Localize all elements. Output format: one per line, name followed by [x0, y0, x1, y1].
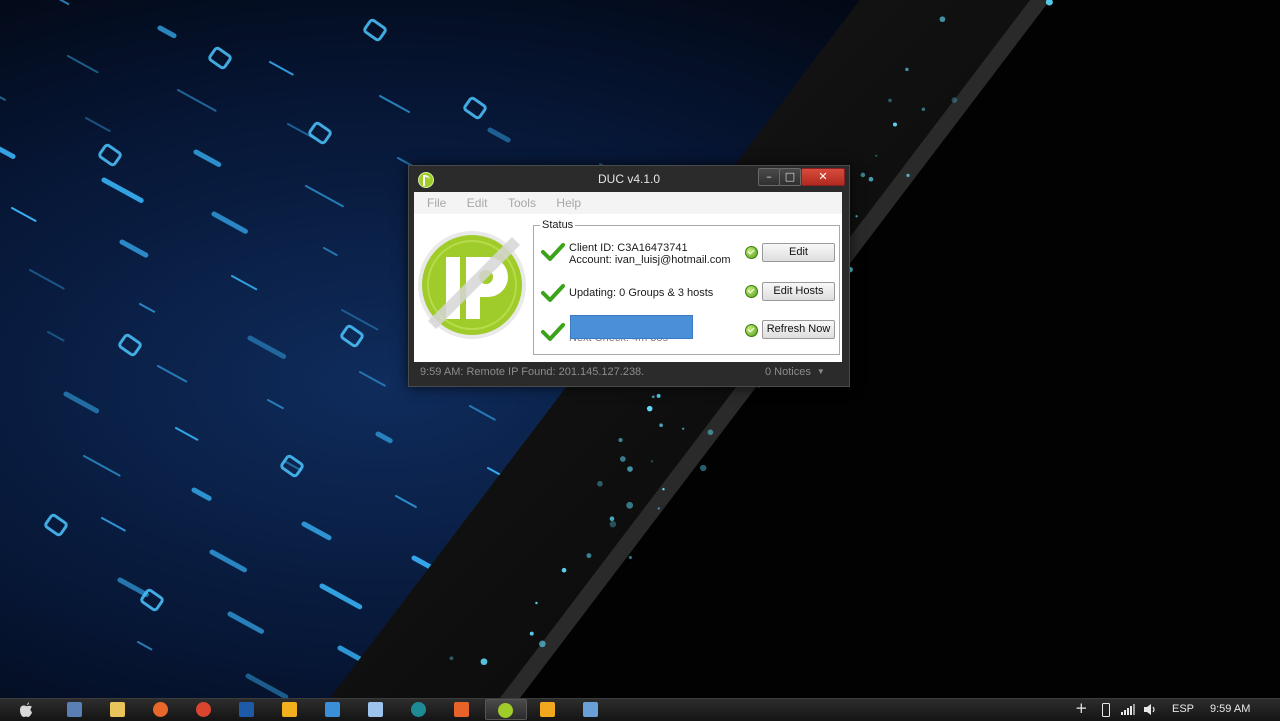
show-hidden-icons-button[interactable]: + — [1075, 699, 1088, 717]
refresh-now-button[interactable]: Refresh Now — [762, 320, 835, 339]
virtualbox-icon — [368, 702, 383, 717]
chevron-down-icon: ▼ — [816, 367, 825, 376]
taskbar-app-button[interactable] — [485, 699, 527, 720]
taskbar-app-button[interactable] — [442, 699, 482, 720]
taskbar-app-button[interactable] — [399, 699, 439, 720]
check-icon — [541, 323, 565, 341]
signal-icon[interactable] — [1121, 704, 1135, 715]
taskbar-app-button[interactable] — [98, 699, 138, 720]
title-bar[interactable]: DUC v4.1.0 – □ ✕ — [409, 166, 849, 192]
menu-file[interactable]: File — [427, 192, 446, 214]
duc-window[interactable]: DUC v4.1.0 – □ ✕ File Edit Tools Help St… — [408, 165, 850, 387]
status-message: 9:59 AM: Remote IP Found: 201.145.127.23… — [420, 366, 645, 378]
ok-status-icon — [745, 246, 758, 259]
no-ip-logo — [418, 231, 526, 339]
minimize-button[interactable]: – — [758, 168, 780, 186]
fl-studio-icon — [282, 702, 297, 717]
taskbar-app-button[interactable] — [270, 699, 310, 720]
firefox-icon — [153, 702, 168, 717]
notices-label: 0 Notices — [765, 366, 811, 378]
close-button[interactable]: ✕ — [801, 168, 845, 186]
clock[interactable]: 9:59 AM — [1210, 703, 1250, 715]
media-player-icon — [540, 702, 555, 717]
ok-status-icon — [745, 285, 758, 298]
check-icon — [541, 243, 565, 261]
edit-hosts-button[interactable]: Edit Hosts — [762, 282, 835, 301]
window-manager-icon — [67, 702, 82, 717]
menu-help[interactable]: Help — [556, 192, 581, 214]
client-area: Status Client ID: C3A16473741 Account: i… — [414, 214, 842, 362]
device-icon[interactable] — [1102, 703, 1110, 717]
chrome-icon — [196, 702, 211, 717]
volume-icon[interactable] — [1143, 703, 1157, 716]
duc-icon — [498, 703, 513, 718]
status-group-label: Status — [540, 219, 576, 231]
menu-edit[interactable]: Edit — [467, 192, 488, 214]
menu-tools[interactable]: Tools — [508, 192, 536, 214]
taskbar: + ESP 9:59 AM — [0, 698, 1280, 721]
taskbar-app-button[interactable] — [528, 699, 568, 720]
redaction-block — [570, 315, 693, 339]
status-bar: 9:59 AM: Remote IP Found: 201.145.127.23… — [414, 364, 842, 382]
maximize-button[interactable]: □ — [779, 168, 801, 186]
app-window-icon — [325, 702, 340, 717]
taskbar-app-button[interactable] — [571, 699, 611, 720]
updating-text: Updating: 0 Groups & 3 hosts — [569, 287, 714, 299]
xampp-icon — [454, 702, 469, 717]
file-explorer-icon — [110, 702, 125, 717]
notices-dropdown[interactable]: 0 Notices ▼ — [765, 366, 825, 378]
check-icon — [541, 284, 565, 302]
taskbar-app-button[interactable] — [313, 699, 353, 720]
taskbar-app-button[interactable] — [227, 699, 267, 720]
apple-start-icon[interactable] — [18, 701, 34, 718]
taskbar-app-button[interactable] — [184, 699, 224, 720]
taskbar-app-button[interactable] — [356, 699, 396, 720]
taskbar-app-button[interactable] — [141, 699, 181, 720]
taskbar-app-button[interactable] — [55, 699, 95, 720]
ok-status-icon — [745, 324, 758, 337]
language-indicator[interactable]: ESP — [1172, 703, 1194, 715]
photoshop-icon — [239, 702, 254, 717]
edit-account-button[interactable]: Edit — [762, 243, 835, 262]
arduino-icon — [411, 702, 426, 717]
remote-desktop-icon — [583, 702, 598, 717]
status-group: Status Client ID: C3A16473741 Account: i… — [533, 219, 840, 355]
menu-bar: File Edit Tools Help — [414, 192, 842, 214]
account-text: Account: ivan_luisj@hotmail.com — [569, 254, 731, 266]
